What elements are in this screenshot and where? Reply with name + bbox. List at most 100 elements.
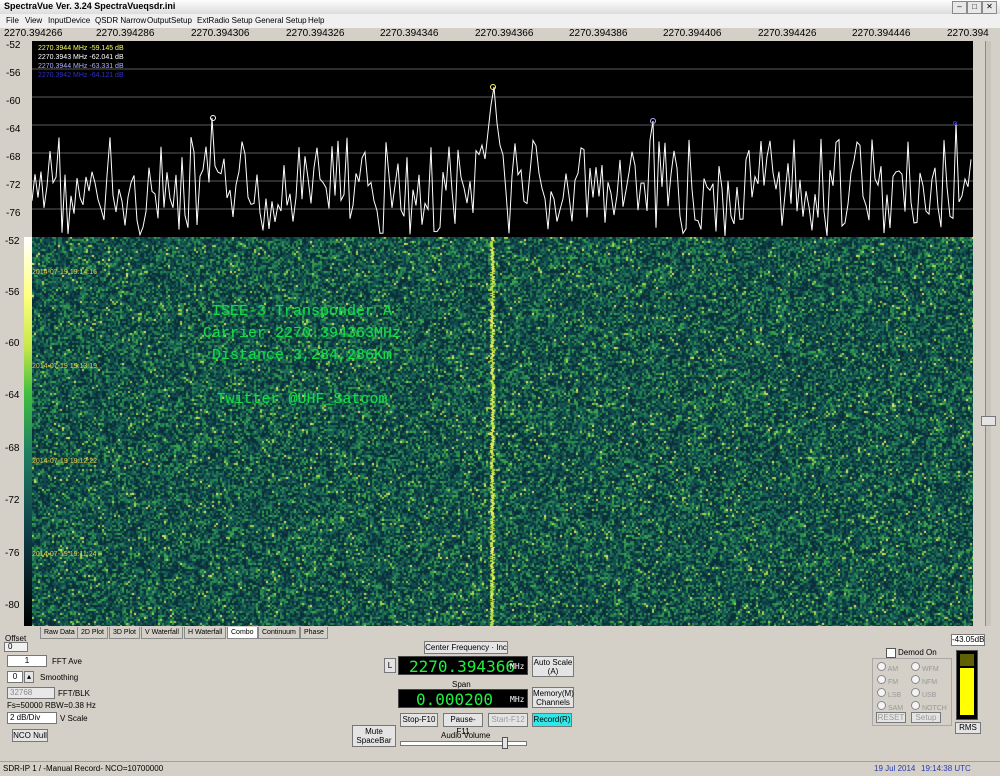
level-meter-fill — [960, 668, 974, 715]
tab-h-waterfall[interactable]: H Waterfall — [184, 627, 227, 639]
menu-general-setup[interactable]: General Setup — [255, 16, 307, 25]
waterfall-colorbar — [24, 237, 32, 626]
smoothing-label: Smoothing — [40, 673, 79, 682]
stop-button[interactable]: Stop-F10 — [400, 713, 438, 727]
status-text: SDR-IP 1 / -Manual Record- NCO=10700000 — [3, 764, 164, 773]
waterfall-display[interactable]: 2014-07-19 19:14:16 2014-07-19 19:13:19 … — [32, 237, 973, 626]
record-button[interactable]: Record(R) — [532, 713, 572, 727]
marker-readout: 2270.3944 MHz -59.145 dB — [38, 45, 124, 52]
mode-lsb[interactable]: LSB — [877, 688, 904, 701]
y-tick: -52 — [6, 40, 21, 51]
annotation-line — [162, 367, 442, 389]
y-tick: -72 — [6, 180, 21, 191]
memory-channels-button[interactable]: Memory(M) Channels — [532, 687, 574, 708]
menu-help[interactable]: Help — [308, 16, 324, 25]
smoothing-spinner[interactable]: ▴ — [24, 671, 34, 683]
freq-tick: 2270.394366 — [475, 28, 534, 39]
menu-view[interactable]: View — [25, 16, 42, 25]
mode-nfm[interactable]: NFM — [911, 675, 947, 688]
marker-point[interactable] — [210, 115, 216, 121]
tab-2d-plot[interactable]: 2D Plot — [77, 627, 108, 639]
start-button[interactable]: Start-F12 — [488, 713, 528, 727]
y-tick: -56 — [6, 68, 21, 79]
freq-tick: 2270.394326 — [286, 28, 345, 39]
rms-button[interactable]: RMS — [955, 722, 981, 734]
status-time: 19:14:38 UTC — [921, 764, 971, 773]
l-button[interactable]: L — [384, 658, 396, 673]
y-tick: -56 — [5, 287, 20, 298]
waterfall-y-axis: -52 -56 -60 -64 -68 -72 -76 -80 — [0, 236, 24, 626]
annotation-line: ISEE-3 Transponder A — [211, 303, 393, 320]
marker-readout: 2270.3944 MHz -63.331 dB — [38, 63, 124, 70]
fs-rbw-readout: Fs=50000 RBW=0.38 Hz — [7, 701, 96, 710]
minimize-button[interactable]: – — [952, 1, 967, 14]
smoothing-field[interactable]: 0 — [7, 671, 23, 683]
demod-on-checkbox[interactable] — [886, 648, 896, 658]
tab-phase[interactable]: Phase — [300, 627, 328, 639]
title-bar: SpectraVue Ver. 3.24 SpectraVueqsdr.ini … — [0, 0, 1000, 15]
audio-volume-thumb[interactable] — [502, 737, 508, 749]
frequency-axis: 2270.394266 2270.394286 2270.394306 2270… — [0, 28, 1000, 41]
waterfall-timestamp: 2014-07-19 19:11:24 — [32, 551, 97, 558]
y-tick: -60 — [6, 96, 21, 107]
menu-inputdevice[interactable]: InputDevice — [48, 16, 90, 25]
level-slider-thumb[interactable] — [981, 416, 996, 426]
fft-ave-label: FFT Ave — [52, 657, 82, 666]
level-readout: -43.05dB — [951, 634, 985, 646]
close-button[interactable]: ✕ — [982, 1, 997, 14]
y-tick: -76 — [5, 548, 20, 559]
annotation-line: Distance 3,284,286Km — [211, 347, 393, 364]
vscale-label: V Scale — [60, 714, 88, 723]
pause-button[interactable]: Pause-F11 — [443, 713, 483, 736]
mode-am[interactable]: AM — [877, 662, 904, 675]
tab-v-waterfall[interactable]: V Waterfall — [141, 627, 183, 639]
center-frequency-display[interactable]: 2270.394366 MHz — [398, 656, 528, 676]
auto-scale-button[interactable]: Auto Scale (A) — [532, 656, 574, 677]
menu-extradio-setup[interactable]: ExtRadio Setup — [197, 16, 253, 25]
span-value: 0.000200 — [416, 690, 494, 709]
freq-tick: 2270.394306 — [191, 28, 250, 39]
span-display[interactable]: 0.000200 MHz — [398, 689, 528, 709]
tab-raw-data[interactable]: Raw Data — [40, 627, 79, 639]
demod-mode-group: AM FM LSB SAM CWL WFM NFM USB NOTCH CWU … — [872, 658, 952, 726]
y-tick: -72 — [5, 495, 20, 506]
center-frequency-button[interactable]: Center Frequency · Inc — [424, 641, 508, 654]
audio-volume-label: Audio Volume — [441, 731, 491, 740]
y-tick: -64 — [5, 390, 20, 401]
mute-button[interactable]: Mute SpaceBar — [352, 725, 396, 747]
menu-outputsetup[interactable]: OutputSetup — [147, 16, 192, 25]
demod-reset-button[interactable]: RESET — [876, 712, 906, 723]
maximize-button[interactable]: □ — [967, 1, 982, 14]
status-date: 19 Jul 2014 — [874, 764, 916, 773]
mode-usb[interactable]: USB — [911, 688, 947, 701]
audio-volume-slider[interactable] — [400, 737, 527, 749]
nco-null-button[interactable]: NCO Null — [12, 729, 48, 742]
right-level-bar — [975, 41, 1000, 626]
level-meter — [956, 650, 978, 720]
fft-blk-select[interactable]: 32768 — [7, 687, 55, 699]
freq-tick: 2270.394406 — [663, 28, 722, 39]
freq-tick: 2270.394286 — [96, 28, 155, 39]
menu-bar: File View InputDevice QSDR Narrow Output… — [0, 14, 1000, 28]
menu-qsdr-narrow[interactable]: QSDR Narrow — [95, 16, 146, 25]
marker-point[interactable] — [490, 84, 496, 90]
status-bar: SDR-IP 1 / -Manual Record- NCO=10700000 … — [0, 761, 1000, 776]
marker-point[interactable] — [953, 121, 957, 125]
level-meter-peak — [960, 654, 974, 666]
y-tick: -60 — [5, 338, 20, 349]
waterfall-timestamp: 2014-07-19 19:14:16 — [32, 269, 97, 276]
tab-3d-plot[interactable]: 3D Plot — [109, 627, 140, 639]
menu-file[interactable]: File — [6, 16, 19, 25]
demod-setup-button[interactable]: Setup — [911, 712, 941, 723]
spectrum-plot[interactable]: 2270.3944 MHz -59.145 dB 2270.3943 MHz -… — [32, 41, 973, 237]
offset-field[interactable]: 0 — [4, 642, 28, 652]
mode-wfm[interactable]: WFM — [911, 662, 947, 675]
vscale-select[interactable]: 2 dB/Div — [7, 712, 57, 724]
window-title: SpectraVue Ver. 3.24 SpectraVueqsdr.ini — [4, 1, 176, 11]
mode-fm[interactable]: FM — [877, 675, 904, 688]
marker-readout: 2270.3943 MHz -62.041 dB — [38, 54, 124, 61]
waterfall-timestamp: 2014-07-19 19:12:22 — [32, 458, 97, 465]
tab-continuum[interactable]: Continuum — [258, 627, 300, 639]
tab-combo[interactable]: Combo — [227, 627, 258, 639]
fft-ave-field[interactable]: 1 — [7, 655, 47, 667]
